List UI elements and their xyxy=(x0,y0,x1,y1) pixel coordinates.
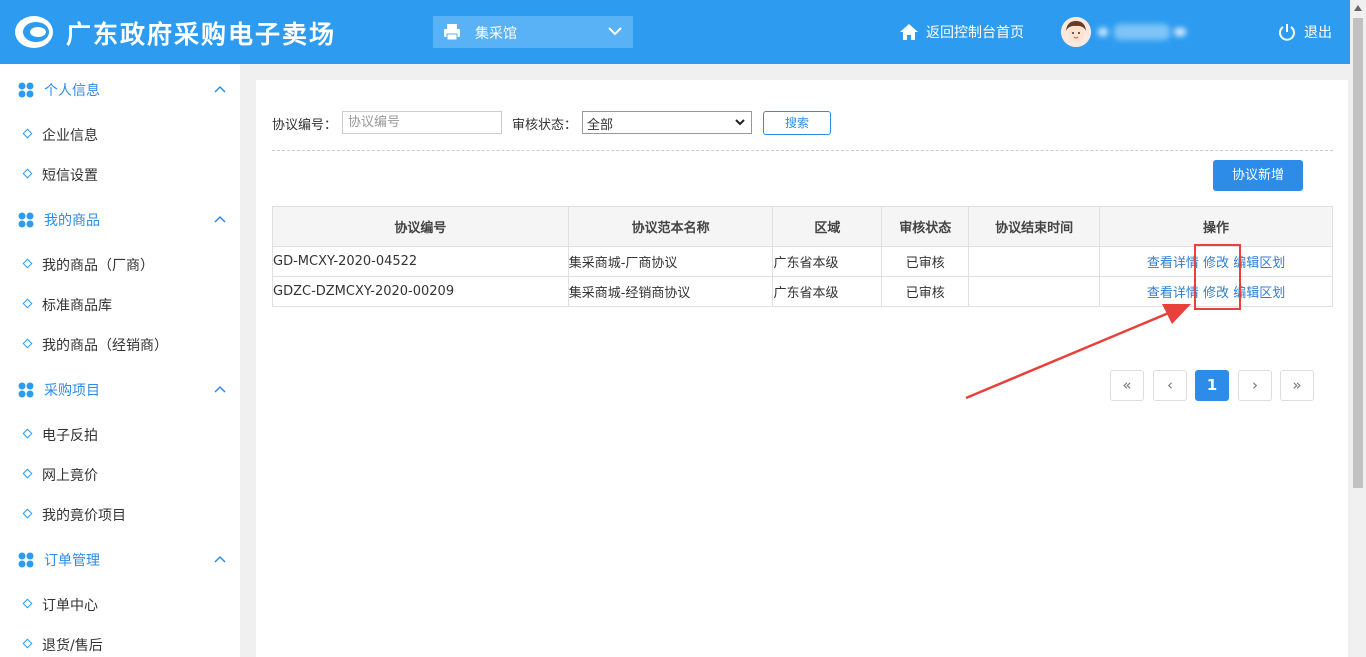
status-select-value: 全部 xyxy=(587,118,614,133)
diamond-icon xyxy=(22,508,33,519)
pager-first[interactable]: « xyxy=(1110,370,1144,401)
sidebar-item-my-goods-dealer[interactable]: 我的商品（经销商） xyxy=(0,324,240,364)
add-protocol-button[interactable]: 协议新增 xyxy=(1213,160,1303,191)
avatar[interactable] xyxy=(1061,17,1091,47)
logout-label: 退出 xyxy=(1304,25,1332,41)
cell-status: 已审核 xyxy=(881,246,970,277)
sidebar-item-label: 网上竟价 xyxy=(42,468,98,484)
cell-template: 集采商城-厂商协议 xyxy=(567,246,774,277)
pager-prev[interactable]: ‹ xyxy=(1153,370,1187,401)
top-header: 广东政府采购电子卖场 集采馆 返回控制台首页 退出 xyxy=(0,0,1350,64)
sidebar-section-procurement[interactable]: 采购项目 xyxy=(0,369,240,409)
status-select[interactable]: 全部 xyxy=(582,111,752,134)
cell-template: 集采商城-经销商协议 xyxy=(567,276,774,307)
pager-last[interactable]: » xyxy=(1280,370,1314,401)
col-header: 协议结束时间 xyxy=(968,206,1101,247)
power-icon xyxy=(1279,24,1295,41)
sidebar-section-personal[interactable]: 个人信息 xyxy=(0,69,240,109)
diamond-icon xyxy=(22,298,33,309)
sidebar-section-label: 个人信息 xyxy=(44,83,100,99)
diamond-icon xyxy=(22,128,33,139)
sidebar-item-company-info[interactable]: 企业信息 xyxy=(0,114,240,154)
sidebar-item-label: 电子反拍 xyxy=(42,428,98,444)
sidebar-item-reverse-auction[interactable]: 电子反拍 xyxy=(0,414,240,454)
clover-icon xyxy=(18,82,34,98)
col-header: 协议编号 xyxy=(272,206,569,247)
sidebar-section-label: 订单管理 xyxy=(44,553,100,569)
clover-icon xyxy=(18,212,34,228)
chevron-up-icon xyxy=(214,85,226,93)
sidebar-item-my-goods-manufacturer[interactable]: 我的商品（厂商） xyxy=(0,244,240,284)
sidebar-item-label: 我的竟价项目 xyxy=(42,508,126,524)
chevron-down-icon xyxy=(735,119,745,126)
col-header: 审核状态 xyxy=(881,206,970,247)
col-header: 操作 xyxy=(1099,206,1333,247)
hall-label: 集采馆 xyxy=(475,26,517,42)
sidebar-item-label: 我的商品（经销商） xyxy=(42,338,168,354)
home-link-label: 返回控制台首页 xyxy=(926,25,1024,41)
sidebar-item-label: 标准商品库 xyxy=(42,298,112,314)
status-label: 审核状态： xyxy=(512,118,578,133)
username-redacted xyxy=(1098,24,1188,40)
table-header-row: 协议编号 协议范本名称 区域 审核状态 协议结束时间 操作 xyxy=(272,206,1333,247)
scroll-up-icon[interactable] xyxy=(1354,4,1362,12)
sidebar-item-sms-settings[interactable]: 短信设置 xyxy=(0,154,240,194)
col-header: 协议范本名称 xyxy=(567,206,774,247)
clover-icon xyxy=(18,552,34,568)
sidebar-item-standard-goods[interactable]: 标准商品库 xyxy=(0,284,240,324)
view-details-link[interactable]: 查看详情 xyxy=(1147,256,1199,271)
chevron-up-icon xyxy=(214,555,226,563)
site-title: 广东政府采购电子卖场 xyxy=(66,20,337,49)
sidebar-item-label: 短信设置 xyxy=(42,168,98,184)
diamond-icon xyxy=(22,638,33,649)
sidebar-item-label: 企业信息 xyxy=(42,128,98,144)
sidebar-section-label: 我的商品 xyxy=(44,213,100,229)
pager-next[interactable]: › xyxy=(1238,370,1272,401)
divider xyxy=(272,150,1333,151)
sidebar-item-online-bidding[interactable]: 网上竟价 xyxy=(0,454,240,494)
scrollbar-thumb[interactable] xyxy=(1353,18,1363,488)
diamond-icon xyxy=(22,468,33,479)
diamond-icon xyxy=(22,338,33,349)
diamond-icon xyxy=(22,168,33,179)
cell-protocol-no: GD-MCXY-2020-04522 xyxy=(272,246,569,277)
sidebar-item-label: 订单中心 xyxy=(42,598,98,614)
cell-region: 广东省本级 xyxy=(772,246,883,277)
sidebar: 个人信息 企业信息 短信设置 我的商品 我的商品（厂商） 标准商品库 我的商品（… xyxy=(0,64,240,657)
sidebar-item-label: 退货/售后 xyxy=(42,638,103,654)
hall-selector[interactable]: 集采馆 xyxy=(433,16,633,48)
pager-current[interactable]: 1 xyxy=(1195,370,1229,401)
chevron-up-icon xyxy=(214,215,226,223)
scrollbar[interactable] xyxy=(1350,0,1366,657)
col-header: 区域 xyxy=(772,206,883,247)
cell-protocol-no: GDZC-DZMCXY-2020-00209 xyxy=(272,276,569,307)
search-button[interactable]: 搜索 xyxy=(763,111,831,135)
cell-region: 广东省本级 xyxy=(772,276,883,307)
sidebar-item-my-bidding-projects[interactable]: 我的竟价项目 xyxy=(0,494,240,534)
clover-icon xyxy=(18,382,34,398)
logo-icon xyxy=(15,16,53,48)
sidebar-section-orders[interactable]: 订单管理 xyxy=(0,539,240,579)
printer-icon xyxy=(444,24,460,41)
diamond-icon xyxy=(22,258,33,269)
protocol-no-label: 协议编号： xyxy=(272,118,338,133)
chevron-up-icon xyxy=(214,385,226,393)
protocol-no-input[interactable] xyxy=(342,111,502,134)
sidebar-item-label: 我的商品（厂商） xyxy=(42,258,154,274)
table-row: GD-MCXY-2020-04522 集采商城-厂商协议 广东省本级 已审核 查… xyxy=(272,246,1333,277)
diamond-icon xyxy=(22,598,33,609)
sidebar-section-my-goods[interactable]: 我的商品 xyxy=(0,199,240,239)
sidebar-item-order-center[interactable]: 订单中心 xyxy=(0,584,240,624)
home-icon xyxy=(900,24,918,40)
sidebar-section-label: 采购项目 xyxy=(44,383,100,399)
sidebar-item-returns[interactable]: 退货/售后 xyxy=(0,624,240,657)
avatar-image xyxy=(1061,17,1091,47)
main-panel: 协议编号： 审核状态： 全部 搜索 协议新增 协议编号 协议范本名称 区域 审核… xyxy=(256,80,1348,657)
logout-button[interactable]: 退出 xyxy=(1278,22,1332,42)
chevron-down-icon xyxy=(608,27,622,36)
diamond-icon xyxy=(22,428,33,439)
cell-end-time xyxy=(968,246,1101,277)
home-link[interactable]: 返回控制台首页 xyxy=(900,22,1024,42)
